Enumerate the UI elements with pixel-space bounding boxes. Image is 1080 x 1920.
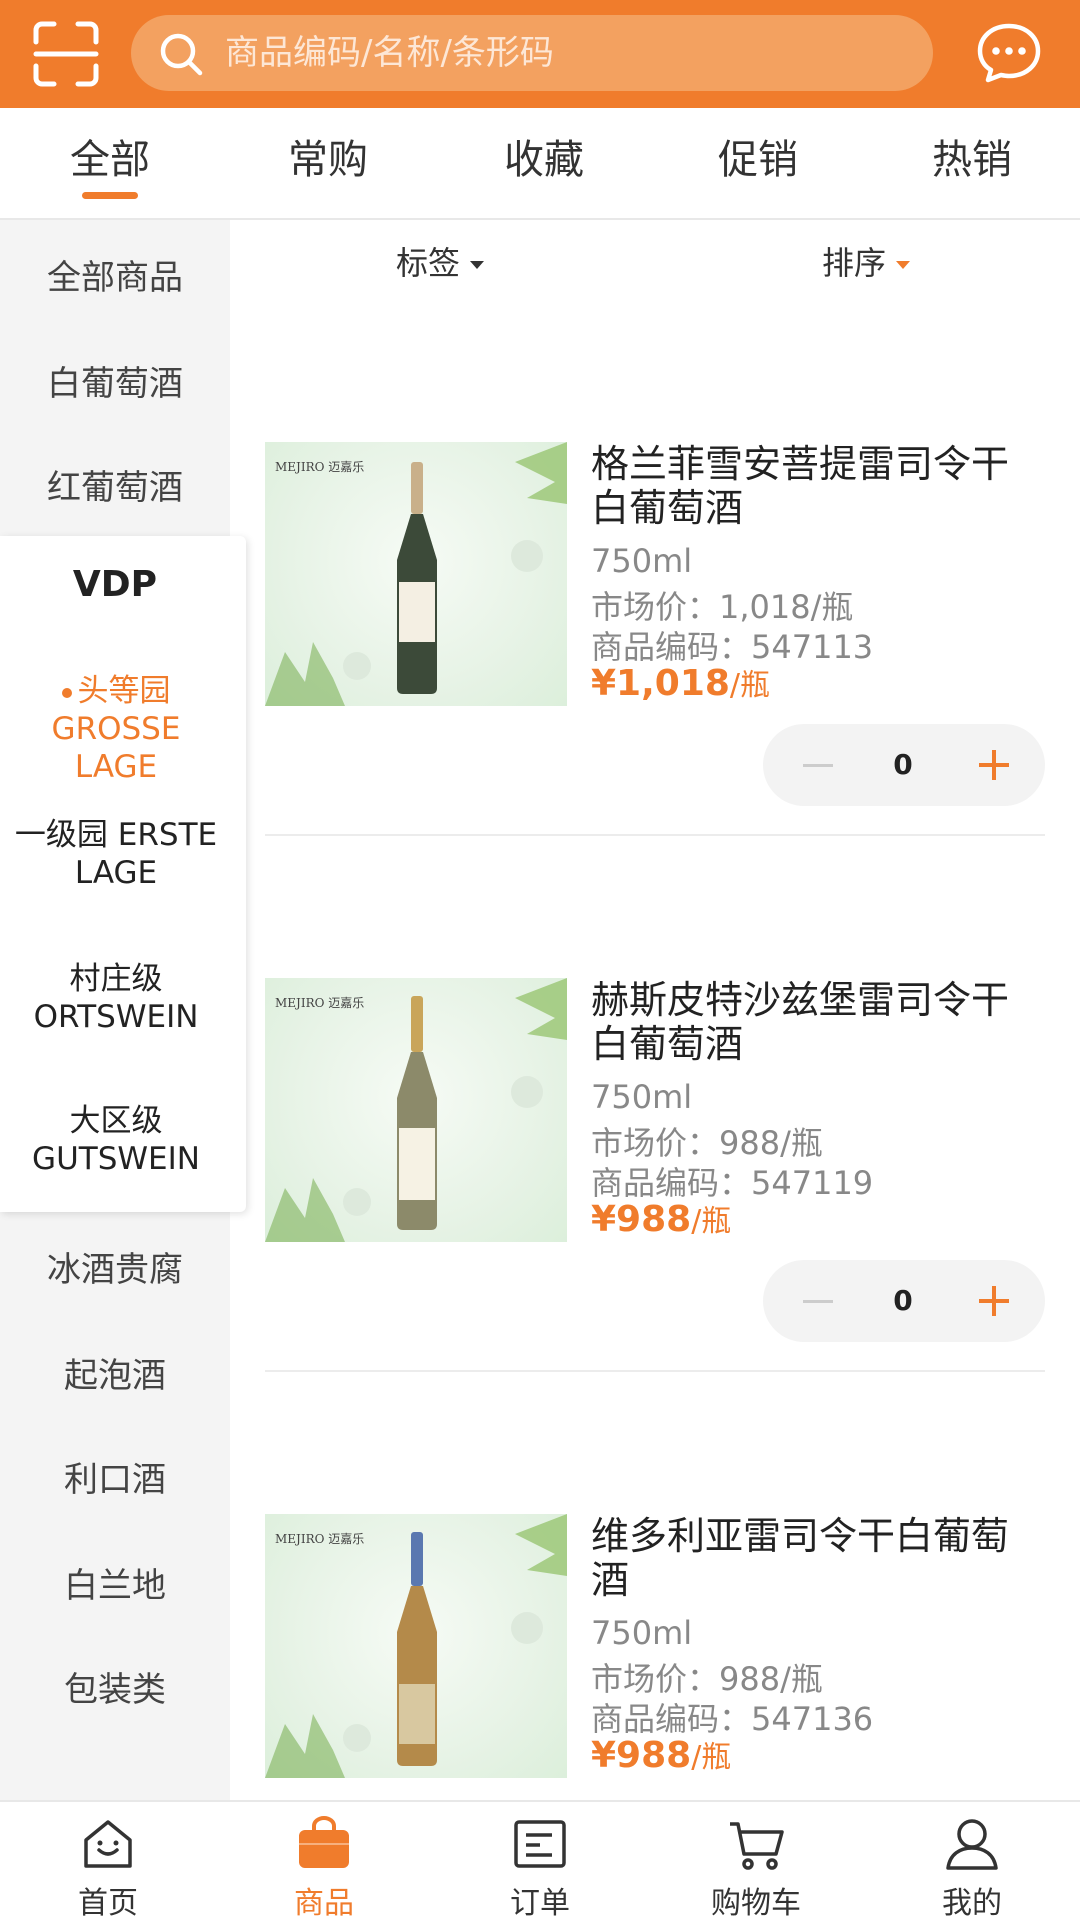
tab-hot-sale[interactable]: 热销 [864, 108, 1080, 218]
sidebar-item-white-wine[interactable]: 白葡萄酒 [0, 356, 230, 405]
nav-cart[interactable]: 购物车 [648, 1802, 864, 1920]
product-name[interactable]: 赫斯皮特沙兹堡雷司令干白葡萄酒 [591, 978, 1041, 1066]
tag-filter-label: 标签 [396, 244, 461, 282]
sidebar-item-all-goods[interactable]: 全部商品 [0, 250, 230, 299]
quantity-value: 0 [893, 748, 913, 781]
submenu-item-grosse-lage[interactable]: 头等园 GROSSE LAGE [14, 672, 218, 786]
sort-filter[interactable]: 排序 [822, 238, 911, 284]
wine-bottle-icon [265, 442, 567, 706]
increase-button[interactable] [969, 1260, 1019, 1342]
submenu-item-gutswein[interactable]: 大区级 GUTSWEIN [14, 1102, 218, 1178]
category-tabs: 全部 常购 收藏 促销 热销 [0, 108, 1080, 220]
sort-filter-label: 排序 [822, 244, 887, 282]
product-name[interactable]: 格兰菲雪安菩提雷司令干白葡萄酒 [591, 442, 1041, 530]
caret-down-icon [896, 261, 911, 269]
submenu-item-erste-lage[interactable]: 一级园 ERSTE LAGE [14, 816, 218, 892]
product-card[interactable]: MEJIRO 迈嘉乐 格兰菲雪安菩提雷司令干白葡萄酒 750ml 市场价：1,0… [265, 442, 1045, 806]
product-volume: 750ml [591, 1614, 693, 1652]
top-header: 商品编码/名称/条形码 [0, 0, 1080, 108]
product-image[interactable]: MEJIRO 迈嘉乐 [265, 1514, 567, 1778]
product-volume: 750ml [591, 1078, 693, 1116]
active-dot-icon [61, 687, 72, 698]
decrease-button[interactable] [793, 724, 843, 806]
submenu-title[interactable]: VDP [0, 564, 230, 605]
product-image[interactable]: MEJIRO 迈嘉乐 [265, 978, 567, 1242]
submenu-item-ortswein[interactable]: 村庄级 ORTSWEIN [14, 960, 218, 1036]
product-price: ¥988/瓶 [591, 1199, 732, 1240]
sidebar-submenu: VDP 头等园 GROSSE LAGE 一级园 ERSTE LAGE 村庄级 O… [0, 536, 246, 1212]
product-image[interactable]: MEJIRO 迈嘉乐 [265, 442, 567, 706]
quantity-stepper: 0 [763, 1260, 1045, 1342]
nav-home[interactable]: 首页 [0, 1802, 216, 1920]
chat-bubble-icon[interactable] [976, 22, 1042, 84]
product-price: ¥1,018/瓶 [591, 663, 771, 704]
home-icon [84, 1820, 132, 1868]
wine-bottle-icon [265, 978, 567, 1242]
tag-filter[interactable]: 标签 [396, 238, 485, 284]
divider [265, 1370, 1045, 1372]
product-volume: 750ml [591, 542, 693, 580]
product-name[interactable]: 维多利亚雷司令干白葡萄酒 [591, 1514, 1041, 1602]
nav-orders[interactable]: 订单 [432, 1802, 648, 1920]
search-icon [160, 33, 203, 76]
nav-label: 购物车 [711, 1886, 801, 1920]
tab-promotions[interactable]: 促销 [650, 108, 866, 218]
product-price: ¥988/瓶 [591, 1735, 732, 1776]
increase-button[interactable] [969, 724, 1019, 806]
decrease-button[interactable] [793, 1260, 843, 1342]
tab-all[interactable]: 全部 [2, 108, 218, 218]
cart-icon [730, 1822, 784, 1870]
search-placeholder: 商品编码/名称/条形码 [225, 33, 554, 73]
nav-products[interactable]: 商品 [216, 1802, 432, 1920]
sidebar-item-red-wine[interactable]: 红葡萄酒 [0, 460, 230, 509]
divider [265, 834, 1045, 836]
tab-active-indicator [82, 192, 138, 199]
scan-icon[interactable] [30, 18, 102, 90]
quantity-stepper: 0 [763, 724, 1045, 806]
nav-me[interactable]: 我的 [864, 1802, 1080, 1920]
bottom-navigation: 首页 商品 订单 购物车 我的 [0, 1800, 1080, 1920]
sidebar-item-ice-wine[interactable]: 冰酒贵腐 [0, 1242, 230, 1291]
sidebar-item-liqueur[interactable]: 利口酒 [0, 1452, 230, 1501]
user-icon [946, 1819, 998, 1870]
sidebar-item-sparkling[interactable]: 起泡酒 [0, 1348, 230, 1397]
nav-label: 我的 [942, 1886, 1002, 1920]
product-card[interactable]: MEJIRO 迈嘉乐 赫斯皮特沙兹堡雷司令干白葡萄酒 750ml 市场价：988… [265, 978, 1045, 1342]
nav-label: 订单 [510, 1886, 570, 1920]
bag-icon [299, 1816, 349, 1868]
order-list-icon [514, 1820, 566, 1868]
sidebar-item-packaging[interactable]: 包装类 [0, 1662, 230, 1711]
caret-down-icon [470, 261, 485, 269]
search-input[interactable]: 商品编码/名称/条形码 [131, 15, 933, 91]
tab-frequent[interactable]: 常购 [220, 108, 436, 218]
nav-label: 商品 [294, 1886, 354, 1920]
wine-bottle-icon [265, 1514, 567, 1778]
product-card[interactable]: MEJIRO 迈嘉乐 维多利亚雷司令干白葡萄酒 750ml 市场价：988/瓶 … [265, 1514, 1045, 1784]
quantity-value: 0 [893, 1284, 913, 1317]
nav-label: 首页 [78, 1886, 138, 1920]
sidebar-item-brandy[interactable]: 白兰地 [0, 1558, 230, 1607]
tab-favorites[interactable]: 收藏 [436, 108, 652, 218]
